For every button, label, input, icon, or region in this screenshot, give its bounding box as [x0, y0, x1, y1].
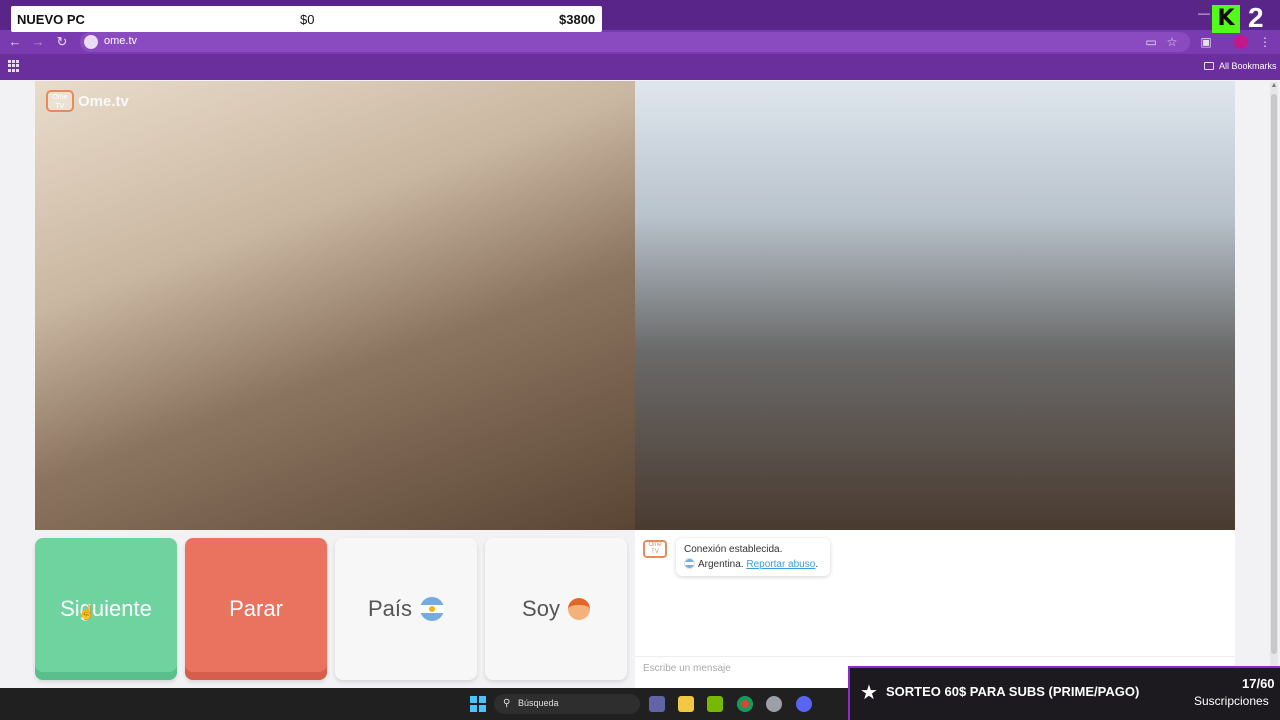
install-app-icon[interactable]: ▭ [1144, 35, 1158, 49]
report-abuse-link[interactable]: Reportar abuso [746, 559, 815, 570]
kick-logo-icon: K [1212, 5, 1240, 33]
self-video [635, 81, 1235, 530]
menu-kebab-icon[interactable]: ⋮ [1258, 35, 1272, 49]
stranger-video [35, 81, 635, 530]
kick-counter: 2 [1248, 2, 1264, 33]
apps-grid-icon[interactable] [8, 60, 20, 72]
taskbar-search-label: Búsqueda [518, 698, 559, 708]
search-icon: ⚲ [503, 698, 511, 709]
ometv-logo-text: Ome.tv [78, 92, 129, 110]
extensions-icon[interactable]: ▣ [1199, 35, 1213, 49]
partner-country: Argentina. Reportar abuso. [684, 557, 822, 572]
goal-label: NUEVO PC [17, 12, 85, 27]
country-button[interactable]: País [335, 538, 477, 680]
argentina-flag-icon [420, 597, 445, 621]
back-icon[interactable]: ← [7, 34, 23, 50]
address-bar[interactable]: ome.tv [80, 32, 1190, 52]
ometv-logo: Ome TV Ome.tv [46, 89, 129, 113]
url-text: ome.tv [104, 35, 138, 47]
tv-icon: Ome TV [46, 90, 74, 112]
next-button[interactable]: Siguiente [35, 538, 177, 680]
all-bookmarks[interactable]: All Bookmarks [1204, 61, 1277, 71]
scrollbar-thumb[interactable] [1271, 94, 1277, 654]
hand-cursor-icon: ☝ [78, 604, 96, 620]
forward-icon[interactable]: → [30, 34, 46, 50]
site-info-icon[interactable] [84, 35, 98, 49]
reload-icon[interactable]: ↻ [54, 34, 70, 50]
bookmarks-bar [0, 54, 1280, 80]
folder-icon [1204, 62, 1214, 70]
scroll-up-icon[interactable]: ▲ [1270, 82, 1278, 92]
report-suffix: . [815, 559, 819, 570]
sub-goal-count: 17/60 [1242, 676, 1275, 691]
gender-button-label: Soy [522, 596, 560, 621]
partner-country-text: Argentina. [698, 559, 744, 570]
discord-icon[interactable] [796, 696, 812, 712]
ometv-chat-icon: Ome TV [643, 540, 667, 558]
goal-current: $0 [300, 12, 315, 27]
donation-goal-banner: NUEVO PC $0 $3800 [11, 6, 602, 32]
minimize-icon[interactable]: — [1198, 6, 1210, 20]
chrome-icon[interactable] [737, 696, 753, 712]
profile-avatar[interactable] [1234, 35, 1248, 49]
connection-status: Conexión establecida. [684, 544, 783, 555]
taskbar-search[interactable]: ⚲ Búsqueda [494, 694, 640, 714]
star-icon: ★ [860, 682, 878, 704]
file-explorer-icon[interactable] [678, 696, 694, 712]
nvidia-icon[interactable] [707, 696, 723, 712]
stop-button[interactable]: Parar [185, 538, 327, 680]
argentina-flag-icon [684, 558, 695, 569]
boy-face-icon [567, 598, 590, 620]
giveaway-text: SORTEO 60$ PARA SUBS (PRIME/PAGO) [886, 684, 1140, 699]
gender-button[interactable]: Soy [485, 538, 627, 680]
all-bookmarks-label: All Bookmarks [1219, 61, 1277, 71]
sub-goal-label: Suscripciones [1194, 694, 1269, 708]
next-button-label: Siguiente [60, 596, 152, 621]
app-icon[interactable] [766, 696, 782, 712]
goal-target: $3800 [559, 12, 596, 27]
stop-button-label: Parar [229, 596, 283, 621]
teams-icon[interactable] [649, 696, 665, 712]
bookmark-star-icon[interactable]: ☆ [1165, 35, 1179, 49]
system-message: Conexión establecida. Argentina. Reporta… [676, 538, 830, 576]
country-button-label: País [367, 596, 413, 621]
windows-start-icon[interactable] [470, 696, 486, 712]
